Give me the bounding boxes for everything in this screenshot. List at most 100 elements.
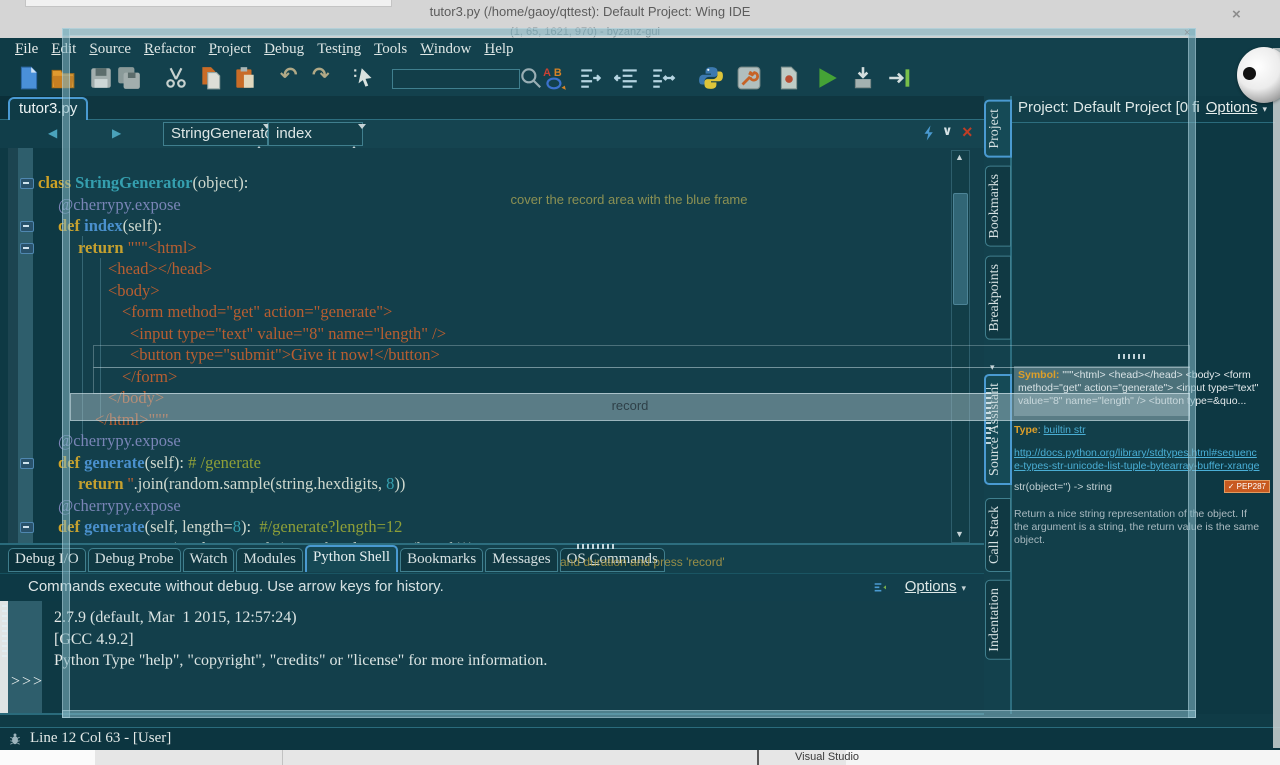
doc-link-line1[interactable]: http://docs.python.org/library/stdtypes.… <box>1014 447 1257 459</box>
scroll-down-icon[interactable]: ▼ <box>952 529 967 539</box>
project-panel-header: Project: Default Project [0 fi Options▾ <box>1012 96 1275 123</box>
nav-forward-icon[interactable]: ▶ <box>112 126 121 140</box>
record-frame-inner-outline <box>93 345 1190 368</box>
new-snippet-icon[interactable] <box>776 65 802 91</box>
indent-icon[interactable] <box>578 65 604 91</box>
tab-messages[interactable]: Messages <box>485 548 557 572</box>
fold-marker-icon[interactable] <box>20 522 34 533</box>
member-combo-value: index <box>276 125 312 142</box>
taskbar-segment[interactable] <box>0 750 95 765</box>
record-frame-bottom-edge[interactable] <box>62 710 1196 718</box>
fold-marker-icon[interactable] <box>20 178 34 189</box>
search-icon[interactable] <box>518 65 544 91</box>
right-tab-call-stack[interactable]: Call Stack <box>985 498 1011 572</box>
fold-marker-icon[interactable] <box>20 221 34 232</box>
caret-down-icon: ▾ <box>961 583 966 593</box>
shell-info-text: Commands execute without debug. Use arro… <box>28 578 444 595</box>
tab-debug-probe[interactable]: Debug Probe <box>88 548 181 572</box>
code-line: @cherrypy.expose <box>58 430 181 452</box>
spinner-icon[interactable] <box>350 127 358 141</box>
code-line: <input type="text" value="8" name="lengt… <box>130 323 446 345</box>
scrollbar-thumb[interactable] <box>953 193 968 305</box>
sash-grip[interactable] <box>577 544 617 549</box>
spinner-icon[interactable] <box>255 127 263 141</box>
record-frame-top-edge[interactable] <box>62 28 1196 36</box>
right-tab-breakpoints[interactable]: Breakpoints <box>985 256 1011 340</box>
nav-back-icon[interactable]: ◀ <box>48 126 57 140</box>
copy-icon[interactable] <box>198 65 224 91</box>
undo-icon[interactable]: ↶ <box>280 63 298 88</box>
tab-python-shell[interactable]: Python Shell <box>305 545 398 572</box>
split-editor-icon[interactable] <box>920 124 938 142</box>
menu-testing[interactable]: Testing <box>317 41 361 58</box>
code-line: <body> <box>108 280 160 302</box>
scroll-up-icon[interactable]: ▲ <box>952 152 967 162</box>
new-file-icon[interactable] <box>16 65 42 91</box>
chevron-down-icon[interactable]: ∨ <box>942 123 953 139</box>
select-tool-icon[interactable] <box>352 65 378 91</box>
debug-bug-icon[interactable] <box>8 732 22 746</box>
right-tab-indentation[interactable]: Indentation <box>985 580 1011 660</box>
cut-icon[interactable] <box>163 65 189 91</box>
menu-project[interactable]: Project <box>209 41 252 58</box>
sash-grip[interactable] <box>2 605 7 657</box>
tab-tutor3-py[interactable]: tutor3.py <box>8 97 88 120</box>
shell-options-button[interactable]: Options▾ <box>905 578 966 595</box>
tab-debug-i-o[interactable]: Debug I/O <box>8 548 86 572</box>
shell-menu-icon[interactable] <box>872 580 888 596</box>
type-link[interactable]: builtin str <box>1044 424 1086 436</box>
search-input[interactable] <box>392 69 520 89</box>
recorder-close-icon[interactable]: × <box>1184 27 1190 39</box>
class-combo[interactable]: StringGenerator <box>163 122 268 146</box>
shell-prompt[interactable]: >>> <box>11 673 44 691</box>
paste-icon[interactable] <box>232 65 258 91</box>
type-label: Type <box>1014 424 1038 436</box>
unindent-icon[interactable] <box>614 65 640 91</box>
step-into-icon[interactable] <box>886 65 912 91</box>
taskbar-segment[interactable] <box>846 750 1280 765</box>
sash-grip[interactable] <box>1118 354 1146 359</box>
tab-watch[interactable]: Watch <box>183 548 235 572</box>
menu-source[interactable]: Source <box>89 41 131 58</box>
fold-marker-icon[interactable] <box>20 458 34 469</box>
editor-fold-gutter <box>18 148 33 543</box>
taskbar-divider <box>757 750 759 765</box>
run-icon[interactable] <box>814 65 840 91</box>
menu-help[interactable]: Help <box>484 41 513 58</box>
python-shell[interactable]: 2.7.9 (default, Mar 1 2015, 12:57:24)[GC… <box>0 601 984 715</box>
signature-row: str(object='') -> string ✓ PEP287 <box>1014 481 1272 494</box>
python-icon[interactable] <box>698 65 724 91</box>
panel-divider[interactable] <box>0 543 984 545</box>
doc-link-line2[interactable]: e-types-str-unicode-list-tuple-bytearray… <box>1014 460 1260 472</box>
menu-tools[interactable]: Tools <box>374 41 407 58</box>
pep287-badge: ✓ PEP287 <box>1224 480 1270 493</box>
menu-file[interactable]: File <box>15 41 38 58</box>
project-panel: Project: Default Project [0 fi Options▾ <box>1010 96 1275 358</box>
redo-icon[interactable]: ↷ <box>312 63 330 88</box>
menu-refactor[interactable]: Refactor <box>144 41 196 58</box>
save-icon[interactable] <box>88 65 114 91</box>
save-all-icon[interactable] <box>116 65 142 91</box>
svg-text:B: B <box>554 67 562 79</box>
tab-bookmarks[interactable]: Bookmarks <box>400 548 483 572</box>
sash-grip[interactable] <box>986 388 991 444</box>
build-icon[interactable] <box>736 65 762 91</box>
replace-icon[interactable]: AB <box>542 65 568 91</box>
tab-modules[interactable]: Modules <box>236 548 303 572</box>
fold-marker-icon[interactable] <box>20 243 34 254</box>
menu-window[interactable]: Window <box>420 41 471 58</box>
menu-debug[interactable]: Debug <box>264 41 304 58</box>
svg-text:A: A <box>543 67 551 79</box>
doc-link[interactable]: http://docs.python.org/library/stdtypes.… <box>1014 447 1272 473</box>
taskbar-item-visual-studio[interactable]: Visual Studio <box>795 751 859 763</box>
update-icon[interactable] <box>850 65 876 91</box>
indent-toggle-icon[interactable] <box>650 65 676 91</box>
background-window-edge <box>1273 48 1280 748</box>
close-icon[interactable]: × <box>1232 6 1241 23</box>
member-combo[interactable]: index <box>268 122 363 146</box>
editor-close-icon[interactable]: × <box>962 122 973 143</box>
record-button[interactable]: record <box>70 393 1190 421</box>
options-label: Options <box>1206 99 1258 116</box>
right-tab-project[interactable]: Project <box>984 100 1012 158</box>
record-frame-left-edge[interactable] <box>62 28 70 718</box>
